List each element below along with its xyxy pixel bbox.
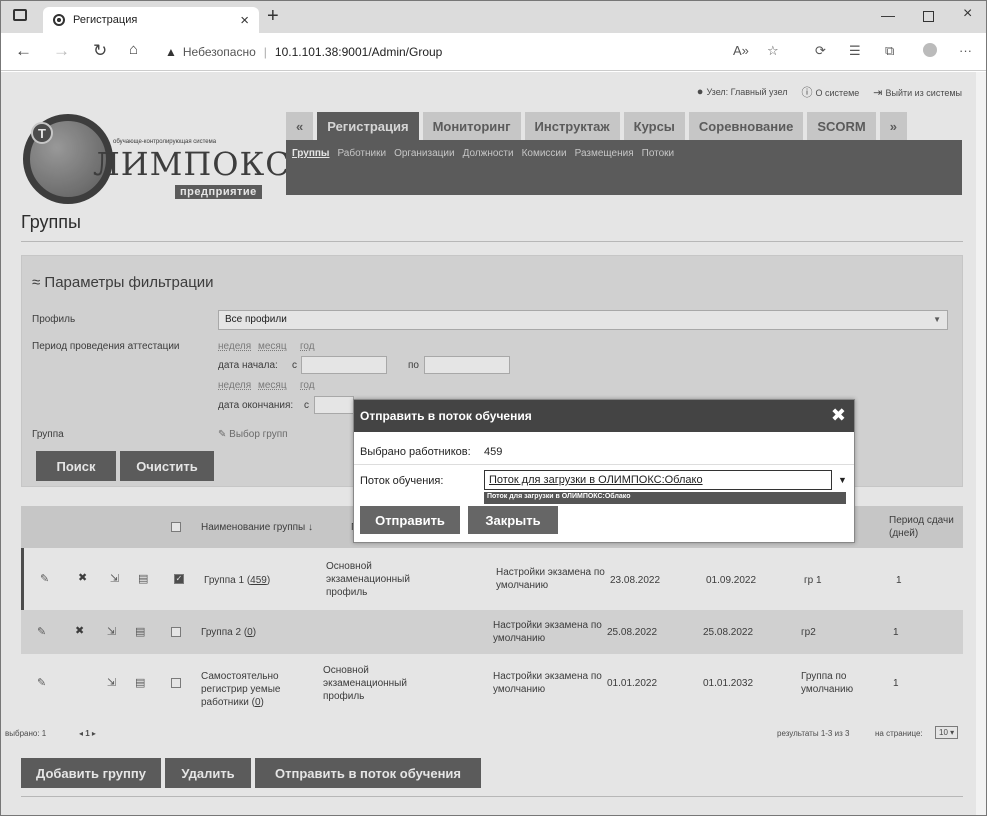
reload-icon[interactable]: ↻ [93,41,107,61]
collections-icon[interactable]: ⧉ [885,43,894,59]
tab-bar: Регистрация × + — × [1,1,986,33]
back-icon[interactable]: ← [15,41,32,61]
close-window-icon[interactable]: × [963,5,972,23]
extensions-icon[interactable]: ⟳ [815,43,826,59]
security-label: Небезопасно [182,45,256,59]
favicon-icon [53,14,65,26]
close-tab-icon[interactable]: × [240,12,249,29]
url-text: 10.1.101.38:9001/Admin/Group [274,45,443,59]
scrollbar[interactable] [976,72,986,815]
stream-option[interactable]: Поток для загрузки в ОЛИМПОКС:Облако [484,492,846,504]
browser-window: Регистрация × + — × ← → ↻ ⌂ ▲ Небезопасн… [0,0,987,816]
minimize-icon[interactable]: — [881,7,895,23]
home-icon[interactable]: ⌂ [129,41,138,58]
chevron-down-icon[interactable]: ▼ [838,475,847,485]
new-tab-icon[interactable]: + [267,5,279,28]
favorite-icon[interactable]: ☆ [767,43,779,59]
page: ● Узел: Главный узел ⓘ О системе ⇥ Выйти из… [1,72,986,815]
menu-icon[interactable]: ··· [959,43,972,58]
browser-tab[interactable]: Регистрация × [43,7,259,33]
url-field[interactable]: ▲ Небезопасно | 10.1.101.38:9001/Admin/G… [165,38,807,66]
favorites-list-icon[interactable]: ☰ [849,43,861,59]
tab-title: Регистрация [73,14,138,26]
tab-actions-icon[interactable] [13,9,27,21]
send-button[interactable]: Отправить [360,506,460,534]
dialog-title: Отправить в поток обучения [360,409,532,423]
send-stream-dialog: Отправить в поток обучения ✖ Выбрано рабо… [353,399,855,543]
close-icon[interactable]: ✖ [831,405,846,426]
close-button[interactable]: Закрыть [468,506,558,534]
profile-icon[interactable] [923,43,937,57]
warning-icon: ▲ [165,45,177,59]
forward-icon[interactable]: → [53,41,70,61]
read-aloud-icon[interactable]: A» [733,43,749,58]
maximize-icon[interactable] [923,11,934,22]
address-bar: ← → ↻ ⌂ ▲ Небезопасно | 10.1.101.38:9001… [1,33,986,71]
stream-input[interactable]: Поток для загрузки в ОЛИМПОКС:Облако [484,470,832,490]
